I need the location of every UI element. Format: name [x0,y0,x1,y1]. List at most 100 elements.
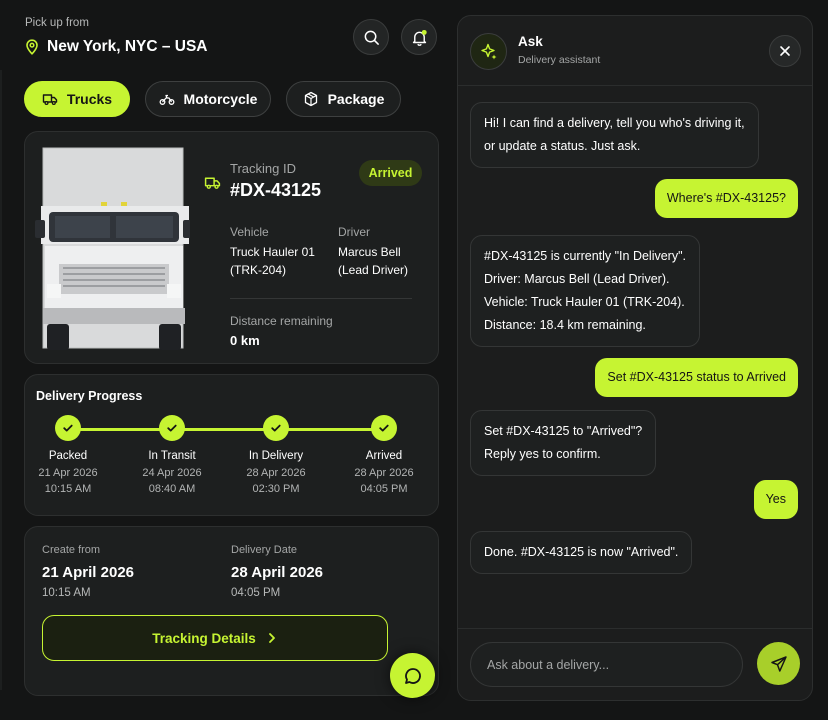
distance-value: 0 km [230,333,260,348]
package-icon [304,91,317,107]
create-label: Create from [42,544,101,556]
location-pin-icon [26,39,38,55]
message-line: Where's #DX-43125? [666,191,786,205]
vehicle-name: Truck Hauler 01 [230,245,315,259]
check-icon [371,415,397,441]
close-icon [780,46,790,56]
pickup-location[interactable]: New York, NYC – USA [25,38,208,56]
message-line: Done. #DX-43125 is now "Arrived". [484,545,679,559]
message-line: or update a status. Just ask. [484,139,641,153]
step-time: 02:30 PM [252,483,300,495]
delivery-panel: Pick up from New York, NYC – USA Trucks [0,0,456,720]
bot-message: Hi! I can find a delivery, tell you who'… [470,102,759,168]
pickup-location-text: New York, NYC – USA [47,38,208,55]
chat-title: Ask [518,34,543,49]
user-message: Where's #DX-43125? [654,179,798,218]
step-name: Packed [48,450,88,462]
sparkle-icon [480,43,496,59]
status-badge: Arrived [359,160,422,186]
chevron-right-icon [268,633,275,643]
step-time: 08:40 AM [148,483,196,495]
vehicle-code: (TRK-204) [230,263,287,277]
check-icon [159,415,185,441]
pickup-label: Pick up from [25,17,89,29]
chat-footer [458,628,812,700]
motorcycle-icon [159,94,174,105]
truck-icon [42,94,58,106]
search-button[interactable] [353,19,389,55]
delivery-progress-card: Delivery Progress Packed 21 Apr 2026 10:… [24,374,439,516]
bot-message: Done. #DX-43125 is now "Arrived". [470,531,693,574]
message-line: Driver: Marcus Bell (Lead Driver). [484,272,670,286]
step-date: 28 Apr 2026 [246,467,306,479]
check-icon [55,415,81,441]
message-line: Hi! I can find a delivery, tell you who'… [484,116,745,130]
delivery-time: 04:05 PM [231,587,281,599]
create-date: 21 April 2026 [42,564,134,581]
message-line: Set #DX-43125 status to Arrived [607,370,786,384]
assistant-chat-panel: Ask Delivery assistant Hi! I can find a … [457,15,813,701]
progress-title: Delivery Progress [36,389,143,403]
message-line: Vehicle: Truck Hauler 01 (TRK-204). [484,295,685,309]
chat-bubble-icon [404,667,421,684]
delivery-label: Delivery Date [231,544,298,556]
step-name: In Delivery [248,450,304,462]
edge-divider [0,70,2,690]
message-line: Reply yes to confirm. [484,447,601,461]
chat-subtitle: Delivery assistant [518,54,601,66]
truck-image [35,147,190,350]
driver-label: Driver [338,225,370,239]
chat-input[interactable] [470,642,743,687]
tracking-details-button[interactable]: Tracking Details [42,615,388,661]
step-time: 10:15 AM [44,483,92,495]
message-line: Distance: 18.4 km remaining. [484,318,646,332]
tab-trucks-label: Trucks [66,91,113,107]
notifications-button[interactable] [401,19,437,55]
message-line: Set #DX-43125 to "Arrived"? [484,424,643,438]
tab-trucks[interactable]: Trucks [24,81,130,117]
step-date: 28 Apr 2026 [354,467,414,479]
search-icon [364,30,379,45]
distance-label: Distance remaining [230,314,333,328]
step-date: 24 Apr 2026 [142,467,202,479]
chat-header: Ask Delivery assistant [458,16,812,86]
shipment-card[interactable]: Tracking ID #DX-43125 Arrived Vehicle Tr… [24,131,439,364]
delivery-date: 28 April 2026 [231,564,323,581]
divider [230,298,412,299]
bell-icon [412,29,427,46]
step-date: 21 Apr 2026 [38,467,98,479]
tab-motorcycle[interactable]: Motorcycle [145,81,271,117]
user-message: Yes [753,480,798,519]
progress-track [68,428,385,431]
send-button[interactable] [757,642,800,685]
message-line: Yes [765,492,786,506]
driver-role: (Lead Driver) [338,263,409,277]
tracking-details-label: Tracking Details [152,630,256,646]
assistant-avatar [470,33,507,70]
user-message: Set #DX-43125 status to Arrived [595,358,798,397]
send-icon [770,655,787,672]
message-line: #DX-43125 is currently "In Delivery". [484,249,687,263]
dates-card: Create from 21 April 2026 10:15 AM Deliv… [24,526,439,696]
check-icon [263,415,289,441]
step-name: Arrived [365,450,403,462]
step-time: 04:05 PM [360,483,408,495]
bot-message: #DX-43125 is currently "In Delivery". Dr… [470,235,701,347]
progress-step: Packed 21 Apr 2026 10:15 AM [23,415,113,497]
create-time: 10:15 AM [42,587,91,599]
tab-package-label: Package [327,91,385,107]
chat-button[interactable] [390,653,435,698]
step-name: In Transit [148,450,196,462]
vehicle-label: Vehicle [230,225,269,239]
tracking-id-label: Tracking ID [230,161,296,176]
bot-message: Set #DX-43125 to "Arrived"? Reply yes to… [470,410,657,476]
tracking-id: #DX-43125 [230,180,322,200]
driver-name: Marcus Bell [338,245,401,259]
progress-step: In Transit 24 Apr 2026 08:40 AM [127,415,217,497]
tab-motorcycle-label: Motorcycle [183,91,258,107]
progress-step: Arrived 28 Apr 2026 04:05 PM [339,415,429,497]
tab-package[interactable]: Package [286,81,401,117]
close-button[interactable] [769,35,801,67]
truck-icon [204,177,221,189]
progress-step: In Delivery 28 Apr 2026 02:30 PM [231,415,321,497]
